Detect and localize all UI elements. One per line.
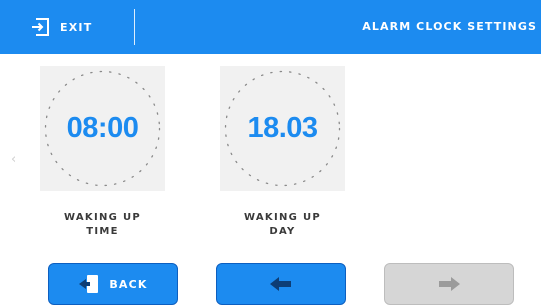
back-label: BACK xyxy=(109,277,148,291)
chevron-left-icon[interactable]: ‹ xyxy=(11,152,16,167)
exit-label: EXIT xyxy=(60,20,93,34)
exit-icon xyxy=(30,17,50,37)
waking-up-day-value: 18.03 xyxy=(247,112,318,144)
waking-up-time-tile[interactable]: 08:00 xyxy=(40,66,165,191)
caption-line: TIME xyxy=(86,226,119,237)
waking-up-time-value: 08:00 xyxy=(66,112,139,144)
caption-line: WAKING UP xyxy=(64,212,141,223)
back-icon xyxy=(78,273,100,295)
waking-up-day-caption: WAKING UP DAY xyxy=(220,211,345,239)
page-title: ALARM CLOCK SETTINGS xyxy=(362,20,537,33)
waking-up-time-caption: WAKING UP TIME xyxy=(40,211,165,239)
back-button[interactable]: BACK xyxy=(48,263,178,305)
arrow-left-icon xyxy=(269,276,293,292)
previous-button[interactable] xyxy=(216,263,346,305)
next-button[interactable] xyxy=(384,263,514,305)
header-bar: EXIT ALARM CLOCK SETTINGS xyxy=(0,0,541,54)
arrow-right-icon xyxy=(437,276,461,292)
caption-line: WAKING UP xyxy=(244,212,321,223)
waking-up-day-tile[interactable]: 18.03 xyxy=(220,66,345,191)
exit-button[interactable]: EXIT xyxy=(30,0,92,54)
caption-line: DAY xyxy=(269,226,296,237)
header-divider xyxy=(134,9,135,45)
